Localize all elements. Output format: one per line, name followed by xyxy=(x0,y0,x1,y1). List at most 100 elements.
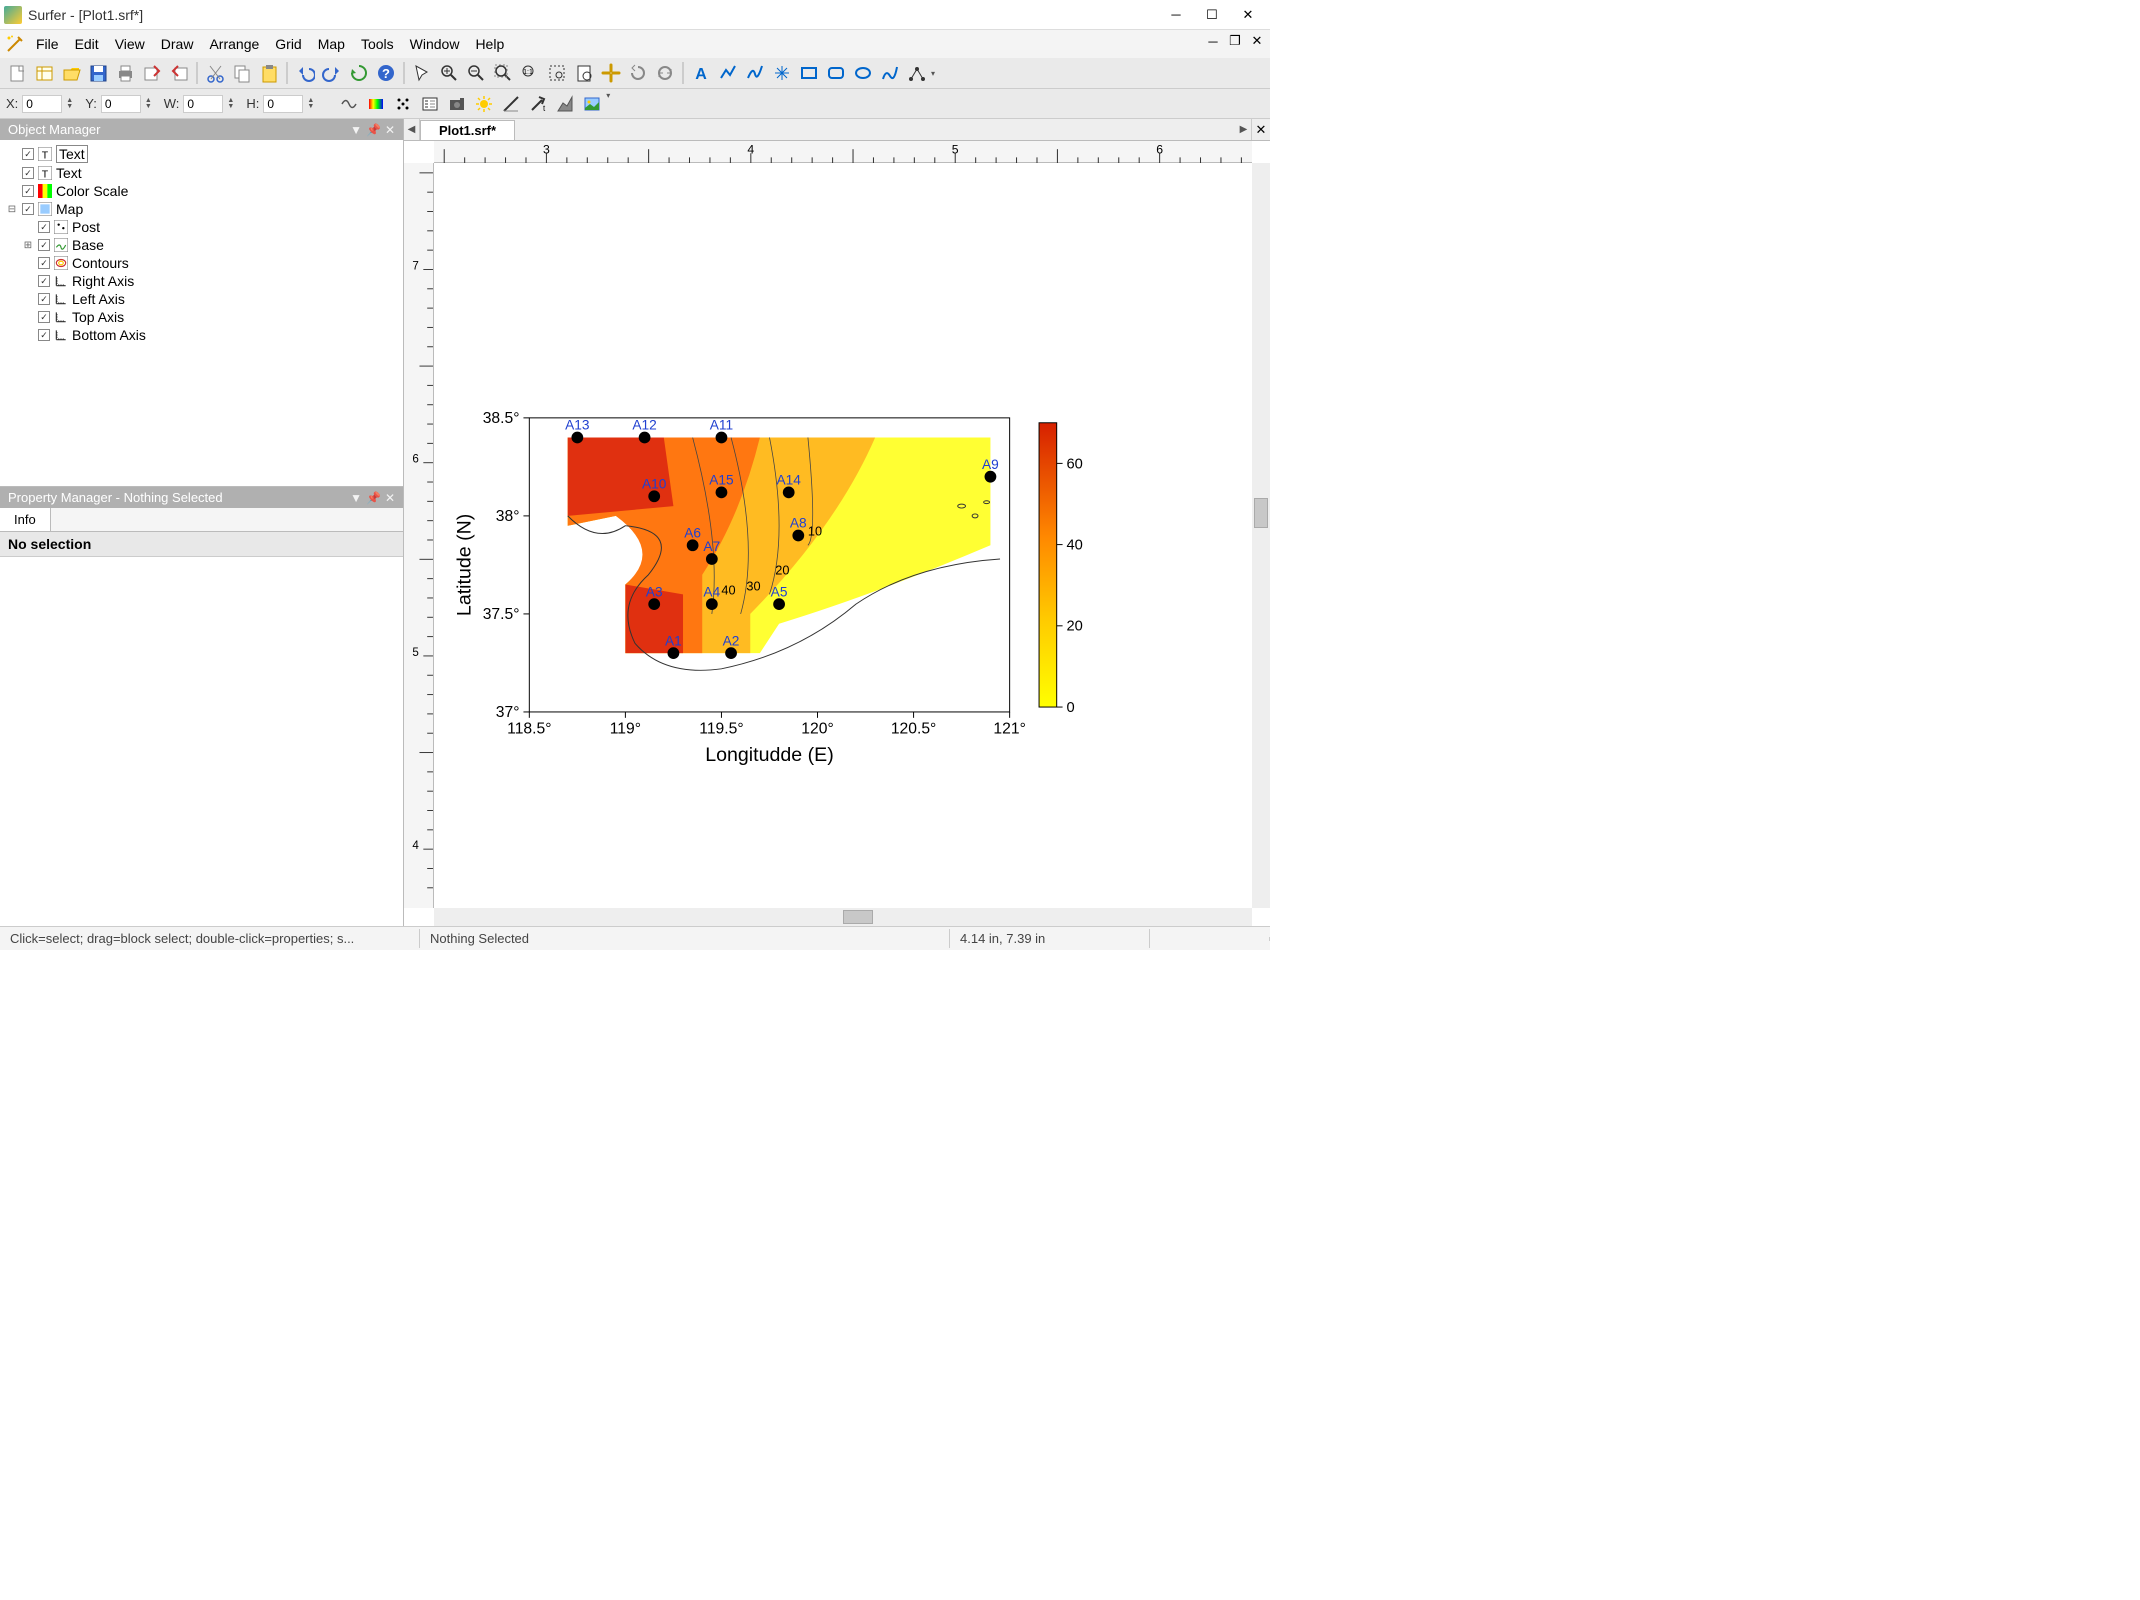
svg-text:Longitudde (E): Longitudde (E) xyxy=(705,744,834,766)
tree-item-map[interactable]: ⊟✓Map xyxy=(4,200,399,218)
export-button[interactable] xyxy=(139,60,165,86)
dots-button[interactable] xyxy=(390,91,416,117)
tree-item-right-axis[interactable]: ✓Right Axis xyxy=(4,272,399,290)
rainbow-button[interactable] xyxy=(363,91,389,117)
freehand-button[interactable] xyxy=(877,60,903,86)
reshape-button[interactable] xyxy=(904,60,930,86)
svg-text:5: 5 xyxy=(952,142,959,156)
horizontal-scrollbar[interactable] xyxy=(434,908,1252,926)
plot-canvas[interactable]: 10203040A1A2A3A4A5A6A7A8A9A10A11A12A13A1… xyxy=(434,163,1252,908)
tree-item-text[interactable]: ✓TText xyxy=(4,164,399,182)
tree-item-contours[interactable]: ✓Contours xyxy=(4,254,399,272)
object-tree[interactable]: ✓TText✓TText✓Color Scale⊟✓Map✓Post⊞✓Base… xyxy=(0,140,403,486)
om-menu-icon[interactable]: ▼ xyxy=(350,123,362,137)
tb1-overflow[interactable]: ▾ xyxy=(931,69,941,78)
mdi-close-button[interactable]: ✕ xyxy=(1248,32,1266,50)
svg-text:4: 4 xyxy=(747,142,754,156)
spline-button[interactable] xyxy=(742,60,768,86)
tree-item-bottom-axis[interactable]: ✓Bottom Axis xyxy=(4,326,399,344)
tree-item-left-axis[interactable]: ✓Left Axis xyxy=(4,290,399,308)
tree-item-color-scale[interactable]: ✓Color Scale xyxy=(4,182,399,200)
menu-map[interactable]: Map xyxy=(310,32,353,56)
undo-button[interactable] xyxy=(292,60,318,86)
pm-menu-icon[interactable]: ▼ xyxy=(350,491,362,505)
new-button[interactable] xyxy=(4,60,30,86)
y-input[interactable] xyxy=(101,95,141,113)
roundrect-button[interactable] xyxy=(823,60,849,86)
menu-help[interactable]: Help xyxy=(467,32,512,56)
no-selection-label: No selection xyxy=(0,532,403,557)
document-tab[interactable]: Plot1.srf* xyxy=(420,120,515,140)
rect-button[interactable] xyxy=(796,60,822,86)
menu-edit[interactable]: Edit xyxy=(67,32,107,56)
menu-draw[interactable]: Draw xyxy=(153,32,202,56)
zoom-sel-button[interactable] xyxy=(544,60,570,86)
menu-grid[interactable]: Grid xyxy=(267,32,309,56)
paste-button[interactable] xyxy=(256,60,282,86)
zoom-actual-button[interactable]: 1:1 xyxy=(517,60,543,86)
menu-arrange[interactable]: Arrange xyxy=(201,32,267,56)
open-button[interactable] xyxy=(58,60,84,86)
shaded-button[interactable] xyxy=(552,91,578,117)
zoom-in-button[interactable] xyxy=(436,60,462,86)
om-pin-icon[interactable]: 📌 xyxy=(366,123,381,137)
redo-button[interactable] xyxy=(319,60,345,86)
copy-button[interactable] xyxy=(229,60,255,86)
tb2-overflow[interactable]: ▾ xyxy=(606,91,616,117)
menu-view[interactable]: View xyxy=(107,32,153,56)
zoom-page-button[interactable] xyxy=(571,60,597,86)
y-down[interactable]: ▼ xyxy=(145,104,152,110)
mdi-restore-button[interactable]: ❐ xyxy=(1226,32,1244,50)
menu-file[interactable]: File xyxy=(28,32,67,56)
ellipse-button[interactable] xyxy=(850,60,876,86)
maximize-button[interactable]: ☐ xyxy=(1194,1,1230,29)
arrow-button[interactable] xyxy=(409,60,435,86)
cycle-button[interactable] xyxy=(346,60,372,86)
polyline-button[interactable] xyxy=(715,60,741,86)
refresh-button[interactable] xyxy=(652,60,678,86)
zoom-out-button[interactable] xyxy=(463,60,489,86)
h-input[interactable] xyxy=(263,95,303,113)
w-input[interactable] xyxy=(183,95,223,113)
cut-button[interactable] xyxy=(202,60,228,86)
zoom-rect-button[interactable] xyxy=(490,60,516,86)
tree-item-base[interactable]: ⊞✓Base xyxy=(4,236,399,254)
vector-button[interactable]: t xyxy=(525,91,551,117)
w-down[interactable]: ▼ xyxy=(227,104,234,110)
h-down[interactable]: ▼ xyxy=(307,104,314,110)
tab-prev-icon[interactable]: ◀ xyxy=(404,119,420,140)
tree-item-post[interactable]: ✓Post xyxy=(4,218,399,236)
om-close-icon[interactable]: ✕ xyxy=(385,123,395,137)
tab-info[interactable]: Info xyxy=(0,508,51,531)
x-input[interactable] xyxy=(22,95,62,113)
rotate-button[interactable] xyxy=(625,60,651,86)
import-button[interactable] xyxy=(166,60,192,86)
pm-pin-icon[interactable]: 📌 xyxy=(366,491,381,505)
tab-next-icon[interactable]: ▶ xyxy=(1236,119,1252,140)
x-down[interactable]: ▼ xyxy=(66,104,73,110)
image-button[interactable] xyxy=(579,91,605,117)
svg-text:A4: A4 xyxy=(703,584,720,599)
pm-close-icon[interactable]: ✕ xyxy=(385,491,395,505)
symbol-button[interactable] xyxy=(769,60,795,86)
pan-button[interactable] xyxy=(598,60,624,86)
print-button[interactable] xyxy=(112,60,138,86)
freeform-button[interactable] xyxy=(336,91,362,117)
tree-item-text[interactable]: ✓TText xyxy=(4,144,399,164)
close-button[interactable]: ✕ xyxy=(1230,1,1266,29)
wks-button[interactable] xyxy=(31,60,57,86)
camera-button[interactable] xyxy=(444,91,470,117)
menu-tools[interactable]: Tools xyxy=(353,32,402,56)
help-button[interactable]: ? xyxy=(373,60,399,86)
menu-window[interactable]: Window xyxy=(402,32,468,56)
vertical-scrollbar[interactable] xyxy=(1252,163,1270,908)
minimize-button[interactable]: ─ xyxy=(1158,1,1194,29)
sun-button[interactable] xyxy=(471,91,497,117)
slope-button[interactable] xyxy=(498,91,524,117)
save-button[interactable] xyxy=(85,60,111,86)
mdi-minimize-button[interactable]: ─ xyxy=(1204,32,1222,50)
tab-close-icon[interactable]: ✕ xyxy=(1252,119,1270,140)
legend-button[interactable] xyxy=(417,91,443,117)
text-button[interactable]: A xyxy=(688,60,714,86)
tree-item-top-axis[interactable]: ✓Top Axis xyxy=(4,308,399,326)
